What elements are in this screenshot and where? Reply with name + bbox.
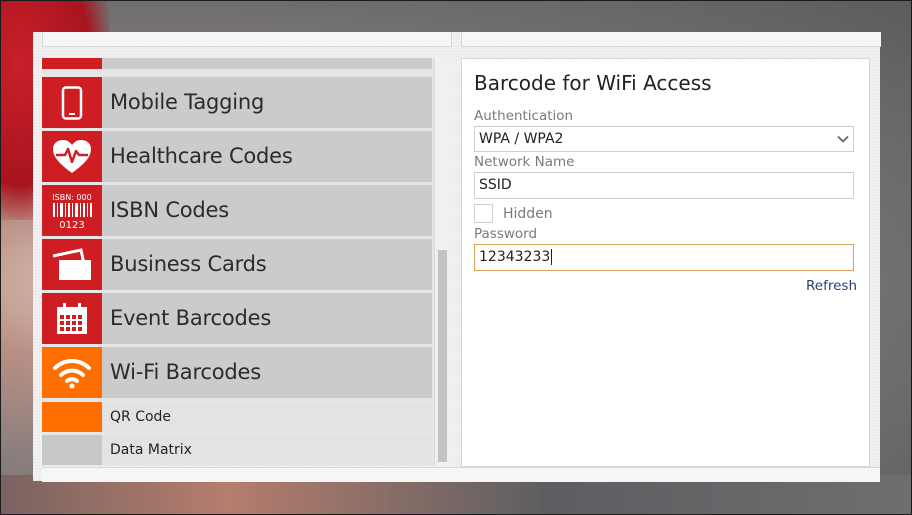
screenshot-frame bbox=[0, 0, 912, 515]
